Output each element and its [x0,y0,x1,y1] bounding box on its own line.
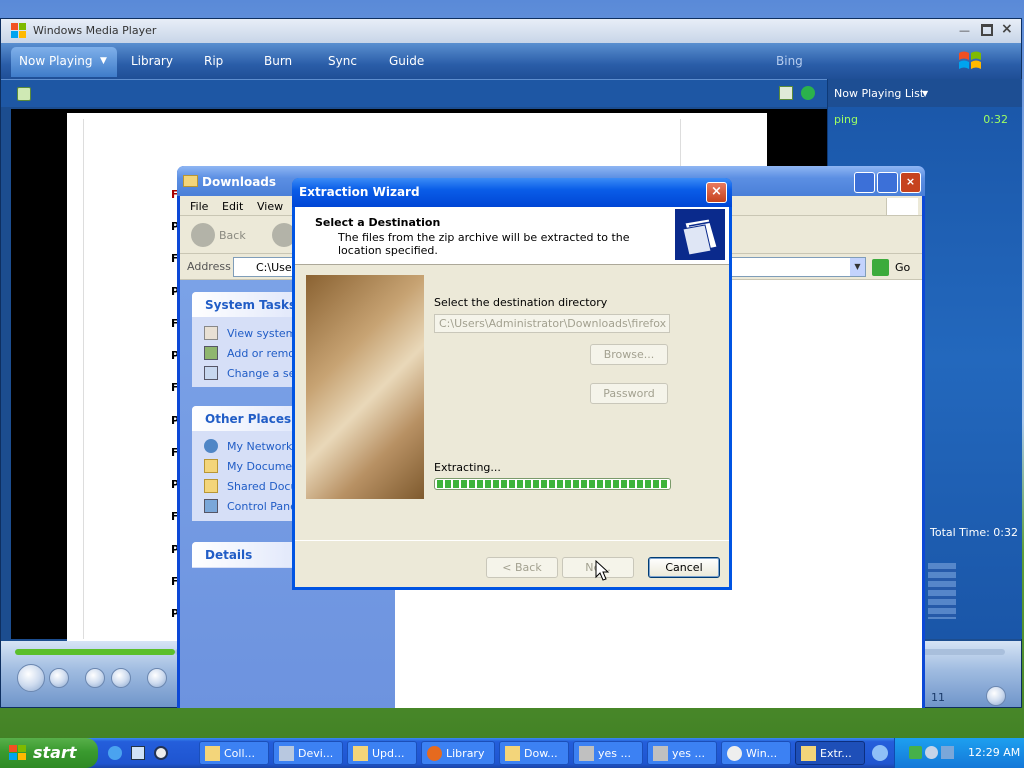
next-button[interactable] [111,668,131,688]
pause-button[interactable] [17,664,45,692]
close-button[interactable]: × [1001,21,1013,37]
media-icon [928,563,956,619]
quick-launch-ie-icon[interactable] [108,746,122,760]
system-tray: 12:29 AM [894,738,1024,768]
windows-flag-icon[interactable] [956,48,986,74]
wizard-title: Extraction Wizard [299,185,420,199]
menu-view[interactable]: View [257,200,283,213]
folder-icon [183,175,198,187]
taskbar-item[interactable]: yes ... [573,741,643,765]
chevron-down-icon: ▼ [922,89,929,98]
address-label: Address [187,260,231,273]
cancel-button[interactable]: Cancel [648,557,720,578]
taskbar-item[interactable]: Library [421,741,495,765]
taskbar-item-active[interactable]: Extr... [795,741,865,765]
tab-dropdown-icon[interactable]: ▼ [100,56,107,66]
compact-mode-button[interactable] [986,686,1006,706]
mouse-cursor-icon [595,560,611,584]
visualization-icon[interactable] [801,86,815,100]
taskbar-scroll-icon[interactable] [872,745,888,761]
minimize-button[interactable] [854,172,875,193]
windows-logo-icon [886,198,918,215]
seek-bar[interactable] [15,649,175,655]
taskbar-item[interactable]: Win... [721,741,791,765]
stop-button[interactable] [49,668,69,688]
taskbar-item[interactable]: Devi... [273,741,343,765]
progress-fill [437,480,668,488]
extraction-progress-bar [434,478,671,490]
minimize-button[interactable]: — [959,24,973,38]
taskbar-item[interactable]: Dow... [499,741,569,765]
password-button[interactable]: Password [590,383,668,404]
view-toggle-icon[interactable] [779,86,793,100]
menu-file[interactable]: File [190,200,208,213]
tray-volume-icon[interactable] [925,746,938,759]
quick-launch-desktop-icon[interactable] [131,746,145,760]
destination-label: Select the destination directory [434,296,608,309]
taskbar-item[interactable]: Coll... [199,741,269,765]
tab-guide[interactable]: Guide [389,54,424,68]
now-playing-list-header[interactable]: Now Playing List ▼ [828,79,1022,107]
enhancements-icon[interactable] [17,87,31,101]
divider [295,540,729,541]
quick-launch-media-icon[interactable] [154,746,168,760]
previous-button[interactable] [85,668,105,688]
extraction-wizard-dialog: Extraction Wizard × Select a Destination… [292,178,732,590]
close-button[interactable]: × [900,172,921,193]
media-player-titlebar[interactable]: Windows Media Player — × [1,19,1021,43]
menu-edit[interactable]: Edit [222,200,243,213]
wizard-subheading: The files from the zip archive will be e… [338,231,630,257]
tab-bing[interactable]: Bing [776,54,803,68]
wizard-side-image [306,275,424,499]
go-button[interactable]: Go [895,261,910,274]
destination-path-field[interactable]: C:\Users\Administrator\Downloads\firefox [434,314,670,333]
time-display: 11 [931,691,945,704]
extracting-status: Extracting... [434,461,501,474]
taskbar: start Coll... Devi... Upd... Library Dow… [0,738,1024,768]
tab-sync[interactable]: Sync [328,54,357,68]
windows-logo-icon [11,23,27,39]
go-arrow-icon[interactable] [872,259,889,276]
back-arrow-icon[interactable] [191,223,215,247]
media-player-title: Windows Media Player [33,24,157,37]
tab-library[interactable]: Library [131,54,173,68]
total-time: Total Time: 0:32 [929,526,1018,539]
wizard-body: Select a Destination The files from the … [295,207,729,587]
start-button[interactable]: start [0,738,98,768]
tray-display-icon[interactable] [941,746,954,759]
playlist-item-title[interactable]: ping [834,113,858,126]
browse-button[interactable]: Browse... [590,344,668,365]
tab-burn[interactable]: Burn [264,54,292,68]
zip-folder-icon [675,209,725,260]
maximize-button[interactable] [877,172,898,193]
close-button[interactable]: × [706,182,727,203]
clock: 12:29 AM [968,746,1021,759]
playlist-item-duration: 0:32 [983,113,1008,126]
downloads-title: Downloads [202,175,277,189]
wizard-titlebar[interactable]: Extraction Wizard × [292,178,732,207]
tab-rip[interactable]: Rip [204,54,223,68]
mute-button[interactable] [147,668,167,688]
maximize-button[interactable] [981,24,993,36]
windows-logo-icon [9,745,27,761]
back-button[interactable]: < Back [486,557,558,578]
wizard-header: Select a Destination The files from the … [295,207,729,265]
taskbar-item[interactable]: yes ... [647,741,717,765]
back-button[interactable]: Back [219,229,246,242]
media-player-tabs: Now Playing ▼ Library Rip Burn Sync Guid… [1,43,1021,79]
tray-network-icon[interactable] [909,746,922,759]
address-dropdown-icon[interactable]: ▼ [850,258,865,276]
taskbar-item[interactable]: Upd... [347,741,417,765]
wizard-heading: Select a Destination [315,216,441,229]
